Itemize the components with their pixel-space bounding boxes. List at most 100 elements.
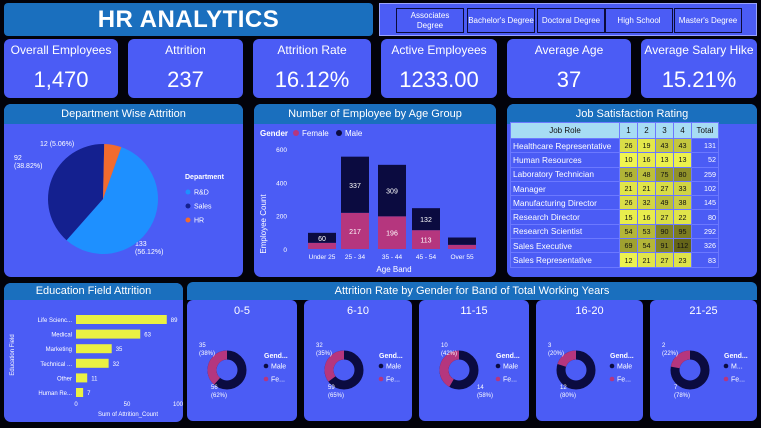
legend-label: Fe... — [731, 377, 745, 384]
total-cell: 83 — [691, 252, 719, 268]
kpi-average-salary-hike: Average Salary Hike 15.21% — [641, 39, 757, 98]
slicer-high-school[interactable]: High School — [605, 8, 673, 33]
edu-bar[interactable] — [76, 373, 88, 383]
legend-dot — [263, 363, 269, 369]
slicer-associates[interactable]: Associates Degree — [396, 8, 464, 33]
column-header[interactable]: 4 — [673, 122, 692, 139]
job-role-cell: Sales Representative — [510, 252, 620, 268]
bar-female[interactable] — [308, 242, 336, 249]
panel-title: Education Field Attrition — [4, 283, 183, 300]
rating-cell: 43 — [673, 137, 692, 154]
data-label: 217 — [349, 229, 361, 236]
age-legend-title: Gender — [260, 129, 288, 138]
edu-bar[interactable] — [76, 344, 112, 354]
gender-donut-card: 16-20 3 (20%) 12 (80%) Gend... Male Fe... — [536, 300, 643, 421]
rating-cell: 90 — [655, 223, 674, 240]
data-label: 113 — [420, 238, 431, 245]
donut-female-label: 32 (35%) — [316, 343, 332, 357]
column-header[interactable]: 2 — [637, 122, 656, 139]
table-row[interactable]: Research Scientist 54 53 90 95 292 — [510, 223, 719, 240]
rating-cell: 22 — [673, 209, 692, 225]
legend-dot — [609, 363, 615, 369]
x-tick-label: Over 55 — [450, 254, 474, 261]
column-header[interactable]: 1 — [619, 122, 638, 139]
rating-cell: 21 — [637, 252, 656, 268]
kpi-label: Average Age — [534, 43, 604, 57]
legend-label: HR — [194, 218, 204, 225]
kpi-attrition: Attrition 237 — [128, 39, 243, 98]
data-label: 309 — [386, 189, 398, 196]
table-row[interactable]: Sales Representative 12 21 27 23 83 — [510, 252, 719, 268]
y-tick-label: Human Re... — [38, 391, 72, 397]
slicer-bachelors[interactable]: Bachelor's Degree — [467, 8, 535, 33]
kpi-active-employees: Active Employees 1233.00 — [381, 39, 497, 98]
table-header-row: Job Role 1 2 3 4 Total — [510, 122, 719, 139]
table-row[interactable]: Human Resources 10 16 13 13 52 — [510, 152, 719, 168]
donut-legend-title: Gend... — [610, 353, 634, 360]
rating-cell: 13 — [673, 152, 692, 168]
rating-cell: 23 — [673, 252, 692, 268]
job-role-cell: Human Resources — [510, 152, 620, 168]
slicer-doctoral[interactable]: Doctoral Degree — [537, 8, 605, 33]
kpi-attrition-rate: Attrition Rate 16.12% — [253, 39, 371, 98]
table-row[interactable]: Sales Executive 69 54 91 112 326 — [510, 238, 719, 254]
gender-donut-chart: 35 (38%)56 (62%)Gend...MaleFe... — [199, 343, 288, 399]
department-attrition-panel: Department Wise Attrition 12 (5.06%) 92(… — [4, 104, 243, 277]
rating-cell: 16 — [637, 152, 656, 168]
kpi-average-age: Average Age 37 — [507, 39, 631, 98]
rating-cell: 75 — [655, 166, 674, 182]
rating-cell: 91 — [655, 238, 674, 254]
job-satisfaction-table: Job Role 1 2 3 4 Total Healthcare Representat… — [510, 122, 719, 268]
column-header[interactable]: Total — [691, 122, 719, 139]
donut-legend-title: Gend... — [379, 353, 403, 360]
column-header[interactable]: Job Role — [510, 122, 620, 139]
donut-female-label: 10 (42%) — [441, 343, 457, 357]
rating-cell: 48 — [637, 166, 656, 182]
bar-male[interactable] — [448, 237, 476, 245]
edu-bar[interactable] — [76, 315, 167, 324]
edu-bar[interactable] — [76, 388, 84, 397]
table-row[interactable]: Manufacturing Director 26 32 49 38 145 — [510, 195, 719, 211]
job-role-cell: Manufacturing Director — [510, 195, 620, 211]
rating-cell: 54 — [619, 223, 638, 240]
edu-x-axis-label: Sum of Attrition_Count — [98, 412, 158, 418]
data-label: 11 — [91, 376, 98, 382]
slicer-masters[interactable]: Master's Degree — [674, 8, 742, 33]
job-role-cell: Research Scientist — [510, 223, 620, 240]
edu-bar[interactable] — [76, 329, 141, 339]
rating-cell: 49 — [655, 195, 674, 211]
kpi-label: Attrition Rate — [277, 43, 347, 57]
rating-cell: 53 — [637, 223, 656, 240]
y-tick-label: Technical ... — [40, 362, 72, 368]
edu-bar[interactable] — [76, 358, 109, 368]
rating-cell: 112 — [673, 238, 692, 254]
kpi-value: 15.21% — [661, 67, 737, 92]
rating-cell: 27 — [655, 252, 674, 268]
education-bar-chart: Education Field Sum of Attrition_Count L… — [10, 315, 183, 418]
x-tick-label: 100 — [173, 402, 183, 408]
table-row[interactable]: Manager 21 21 27 33 102 — [510, 180, 719, 197]
legend-label: Male — [617, 364, 632, 371]
legend-dot — [263, 376, 269, 382]
bar-female[interactable] — [448, 244, 476, 249]
data-label: 89 — [171, 318, 178, 324]
total-cell: 326 — [691, 238, 719, 254]
total-cell: 292 — [691, 223, 719, 240]
rating-cell: 10 — [619, 152, 638, 168]
y-tick-label: Other — [57, 376, 72, 382]
column-header[interactable]: 3 — [655, 122, 674, 139]
gender-donut-chart: 3 (20%)12 (80%)Gend...MaleFe... — [548, 343, 634, 399]
data-label: 32 — [113, 362, 120, 368]
table-row[interactable]: Healthcare Representative 26 19 43 43 131 — [510, 137, 719, 154]
job-role-cell: Research Director — [510, 209, 620, 225]
legend-label: Female — [302, 129, 329, 138]
job-satisfaction-panel: Job Satisfaction Rating Job Role 1 2 3 4 Tota… — [507, 104, 757, 277]
legend-label: Male — [386, 364, 401, 371]
table-row[interactable]: Research Director 15 16 27 22 80 — [510, 209, 719, 225]
x-tick-label: 45 - 54 — [416, 254, 437, 261]
x-tick-label: Under 25 — [309, 254, 336, 261]
department-pie-chart: 12 (5.06%) 92 (38.82%) 133 (56.12%) Depart… — [14, 141, 225, 256]
data-label: 63 — [144, 333, 151, 339]
table-row[interactable]: Laboratory Technician 56 48 75 80 259 — [510, 166, 719, 182]
pie-label-sales: 92 (38.82%) — [14, 155, 42, 170]
